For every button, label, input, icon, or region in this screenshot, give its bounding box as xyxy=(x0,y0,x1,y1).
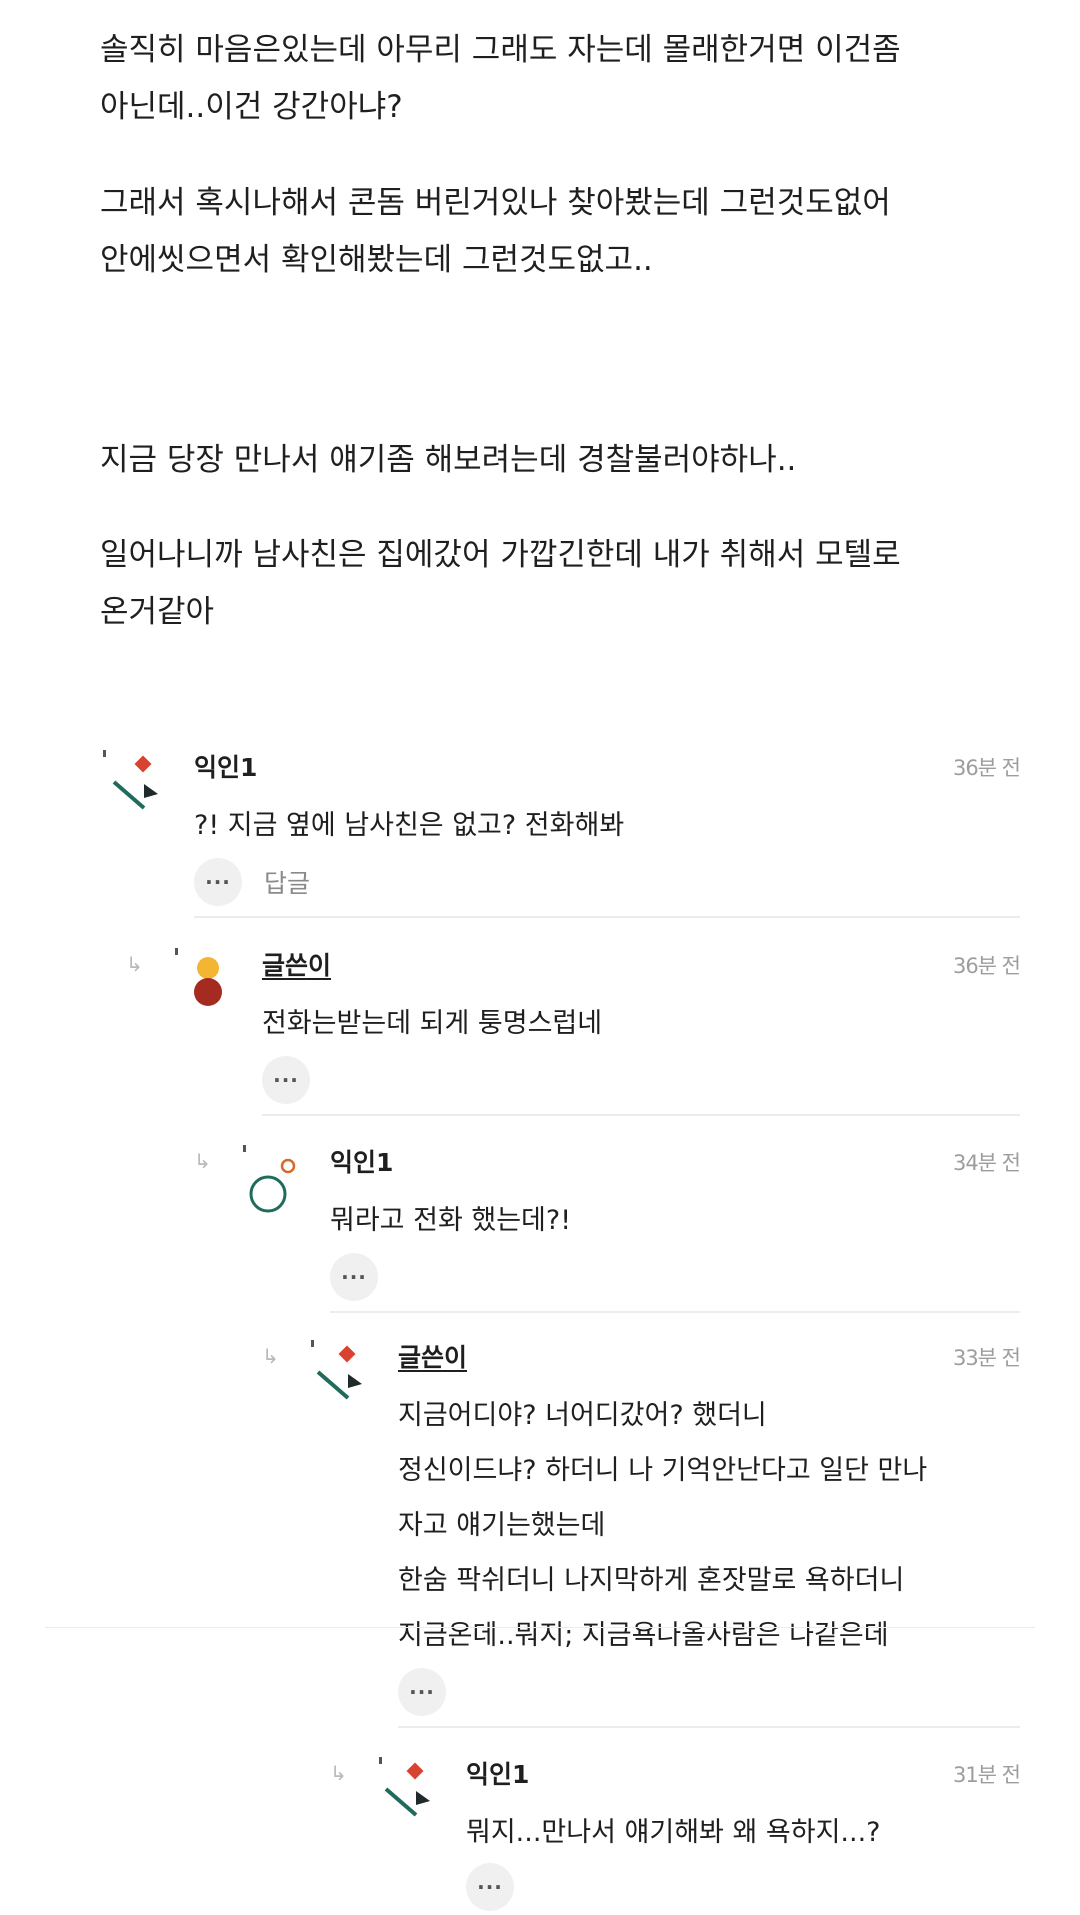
comment-body: 전화는받는데 되게 퉁명스럽네 xyxy=(262,996,1020,1051)
comment-line: 지금어디야? 너어디갔어? 했더니 xyxy=(398,1400,767,1431)
post-line: 온거같아 xyxy=(100,594,215,630)
comment-nickname[interactable]: 익인1 xyxy=(466,1755,529,1791)
comment-time: 36분 전 xyxy=(952,954,1021,978)
post-line: 안에씻으면서 확인해봤는데 그런것도없고.. xyxy=(100,242,653,278)
comment: 익인1 34분 전 뭐라고 전화 했는데?! ··· xyxy=(238,1143,1021,1313)
post-line: 일어나니까 남사친은 집에갔어 가깝긴한데 내가 취해서 모텔로 xyxy=(100,537,901,573)
reply-arrow-icon: ↳ xyxy=(330,1761,347,1785)
comment-actions: ··· xyxy=(466,1863,514,1911)
reply-button[interactable]: 답글 xyxy=(264,864,310,900)
post-paragraph-2: 그래서 혹시나해서 콘돔 버린거있나 찾아봤는데 그런것도없어 안에씻으면서 확… xyxy=(100,175,1000,289)
post-paragraph-1: 솔직히 마음은있는데 아무리 그래도 자는데 몰래한거면 이건좀 아닌데..이건… xyxy=(100,22,1000,136)
comment-actions: ··· 답글 xyxy=(194,858,310,906)
diamond-slash-avatar-icon xyxy=(311,1340,362,1400)
circles-avatar-icon xyxy=(175,948,222,1006)
comment-line: 뭐라고 전화 했는데?! xyxy=(330,1205,572,1236)
post-line: 아닌데..이건 강간아냐? xyxy=(100,89,403,125)
comment-body: ?! 지금 옆에 남사친은 없고? 전화해봐 xyxy=(194,798,1020,853)
separator-line xyxy=(45,1627,1035,1628)
comment-divider xyxy=(330,1311,1020,1313)
comment: 글쓴이 33분 전 지금어디야? 너어디갔어? 했더니 정신이드냐? 하더니 나… xyxy=(306,1338,1021,1728)
comment-body: 뭐지...만나서 얘기해봐 왜 욕하지...? xyxy=(466,1805,1020,1860)
reply-arrow-icon: ↳ xyxy=(126,952,143,976)
comment-line: 지금온데..뭐지; 지금욕나올사람은 나같은데 xyxy=(398,1620,889,1651)
comment-nickname[interactable]: 글쓴이 xyxy=(398,1338,467,1374)
reply-arrow-icon: ↳ xyxy=(194,1149,211,1173)
comment-actions: ··· xyxy=(330,1253,378,1301)
comment-line: 자고 얘기는했는데 xyxy=(398,1510,606,1541)
comment-nickname[interactable]: 익인1 xyxy=(194,748,257,784)
more-options-button[interactable]: ··· xyxy=(330,1253,378,1301)
comment-line: 전화는받는데 되게 퉁명스럽네 xyxy=(262,1008,603,1039)
comment-line: 뭐지...만나서 얘기해봐 왜 욕하지...? xyxy=(466,1817,881,1848)
more-options-button[interactable]: ··· xyxy=(194,858,242,906)
comment: 익인1 31분 전 뭐지...만나서 얘기해봐 왜 욕하지...? ··· xyxy=(374,1755,1021,1915)
post-line: 그래서 혹시나해서 콘돔 버린거있나 찾아봤는데 그런것도없어 xyxy=(100,185,891,221)
comment: 글쓴이 36분 전 전화는받는데 되게 퉁명스럽네 ··· xyxy=(170,946,1021,1116)
comment-line: ?! 지금 옆에 남사친은 없고? 전화해봐 xyxy=(194,810,625,841)
more-options-button[interactable]: ··· xyxy=(466,1863,514,1911)
comment-body: 지금어디야? 너어디갔어? 했더니 정신이드냐? 하더니 나 기억안난다고 일단… xyxy=(398,1388,1020,1663)
post-paragraph-3: 지금 당장 만나서 얘기좀 해보려는데 경찰불러야하나.. xyxy=(100,432,1000,489)
comment-time: 36분 전 xyxy=(952,756,1021,780)
comment-divider xyxy=(398,1726,1020,1728)
comment-actions: ··· xyxy=(398,1668,446,1716)
ring-avatar-icon xyxy=(243,1145,296,1213)
more-options-button[interactable]: ··· xyxy=(398,1668,446,1716)
post-paragraph-4: 일어나니까 남사친은 집에갔어 가깝긴한데 내가 취해서 모텔로 온거같아 xyxy=(100,527,1000,641)
post-line: 솔직히 마음은있는데 아무리 그래도 자는데 몰래한거면 이건좀 xyxy=(100,32,901,68)
post-line: 지금 당장 만나서 얘기좀 해보려는데 경찰불러야하나.. xyxy=(100,442,797,478)
comment-divider xyxy=(194,916,1020,918)
comment-nickname[interactable]: 익인1 xyxy=(330,1143,393,1179)
comment: 익인1 36분 전 ?! 지금 옆에 남사친은 없고? 전화해봐 ··· 답글 xyxy=(102,748,1021,918)
comment-time: 31분 전 xyxy=(952,1763,1021,1787)
diamond-slash-avatar-icon xyxy=(103,750,158,810)
comment-time: 34분 전 xyxy=(952,1151,1021,1175)
comment-line: 정신이드냐? 하더니 나 기억안난다고 일단 만나 xyxy=(398,1455,928,1486)
reply-arrow-icon: ↳ xyxy=(262,1344,279,1368)
comment-nickname[interactable]: 글쓴이 xyxy=(262,946,331,982)
comment-line: 한숨 팍쉬더니 나지막하게 혼잣말로 욕하더니 xyxy=(398,1565,905,1596)
diamond-slash-avatar-icon xyxy=(379,1757,430,1817)
more-options-button[interactable]: ··· xyxy=(262,1056,310,1104)
comment-body: 뭐라고 전화 했는데?! xyxy=(330,1193,1020,1248)
comment-actions: ··· xyxy=(262,1056,310,1104)
comment-divider xyxy=(262,1114,1020,1116)
comment-time: 33분 전 xyxy=(952,1346,1021,1370)
